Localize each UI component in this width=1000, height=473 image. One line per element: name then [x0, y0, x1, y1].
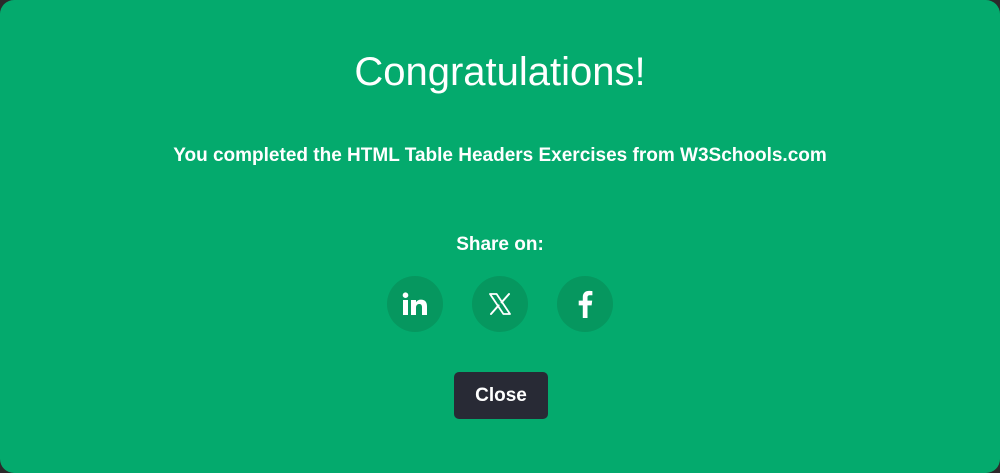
x-icon [488, 292, 512, 316]
modal-title: Congratulations! [354, 50, 646, 94]
share-facebook-button[interactable] [557, 276, 613, 332]
congratulations-modal: Congratulations! You completed the HTML … [0, 0, 1000, 473]
close-button[interactable]: Close [454, 372, 548, 419]
facebook-icon [577, 290, 593, 318]
completion-message: You completed the HTML Table Headers Exe… [173, 145, 827, 166]
share-label: Share on: [456, 234, 544, 255]
share-linkedin-button[interactable] [387, 276, 443, 332]
linkedin-icon [402, 292, 428, 316]
share-x-button[interactable] [472, 276, 528, 332]
share-buttons [0, 276, 1000, 332]
